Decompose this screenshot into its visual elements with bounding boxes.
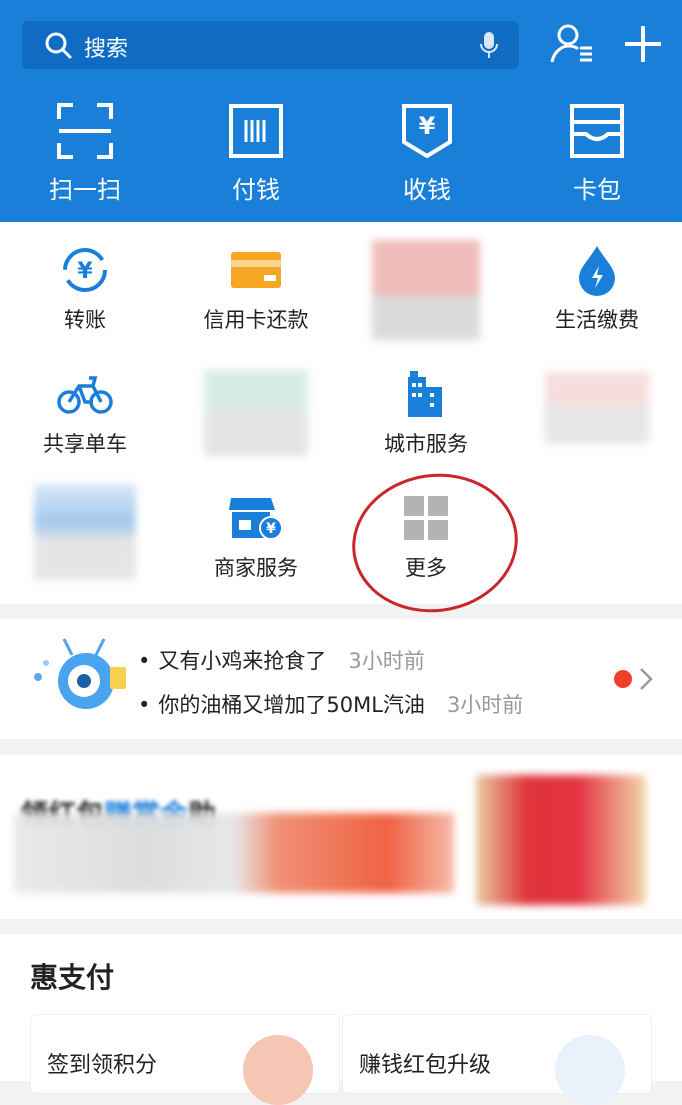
section-title: 惠支付 (30, 961, 115, 994)
quick-receive[interactable]: ¥ 收钱 (362, 100, 492, 210)
city-building-icon (341, 364, 511, 424)
card-wallet-icon (532, 100, 662, 162)
app-label: 生活缴费 (555, 308, 639, 332)
notice-time: 3小时前 (446, 693, 524, 717)
quick-action-label: 付钱 (232, 176, 280, 204)
obscured-app-icon (372, 240, 480, 340)
utility-drop-icon (512, 240, 682, 300)
app-label: 城市服务 (384, 432, 468, 456)
app-label: 信用卡还款 (203, 308, 309, 332)
search-bar[interactable]: 搜索 (22, 21, 519, 69)
obscured-app-icon (545, 372, 649, 444)
quick-action-label: 收钱 (403, 176, 451, 204)
chevron-right-icon[interactable] (638, 666, 654, 696)
svg-text:¥: ¥ (77, 259, 93, 284)
hui-pay-section: 惠支付 签到领积分 赚钱红包升级 (0, 934, 682, 1105)
app-city-service[interactable]: 城市服务 (341, 364, 511, 484)
obscured-promo-text (14, 813, 454, 893)
obscured-app-icon (204, 370, 308, 456)
hui-card[interactable]: 赚钱红包升级 (342, 1014, 652, 1105)
add-plus-icon[interactable] (620, 20, 666, 72)
app-utility[interactable]: 生活缴费 (512, 240, 682, 360)
notice-panel[interactable]: • 又有小鸡来抢食了 3小时前 • 你的油桶又增加了50ML汽油 3小时前 (0, 619, 682, 739)
notice-item[interactable]: • 你的油桶又增加了50ML汽油 3小时前 (138, 689, 523, 719)
app-merchant[interactable]: ¥ 商家服务 (171, 488, 341, 608)
hui-card[interactable]: 签到领积分 (30, 1014, 340, 1105)
svg-text:¥: ¥ (266, 521, 276, 537)
hui-card-title: 签到领积分 (47, 1053, 158, 1078)
notice-time: 3小时前 (348, 649, 425, 673)
app-credit-card[interactable]: 信用卡还款 (171, 240, 341, 360)
quick-scan[interactable]: 扫一扫 (20, 100, 150, 210)
obscured-promo-image (476, 775, 646, 905)
bicycle-icon (0, 364, 170, 424)
obscured-app-icon (34, 484, 136, 580)
contacts-icon[interactable] (548, 20, 596, 72)
receive-money-icon: ¥ (362, 100, 492, 162)
microphone-icon[interactable] (479, 30, 499, 64)
app-label: 商家服务 (214, 556, 298, 580)
ant-mascot-icon (28, 637, 132, 725)
app-transfer[interactable]: ¥ 转账 (0, 240, 170, 360)
hui-card-title: 赚钱红包升级 (359, 1053, 492, 1078)
hui-card-icon (243, 1035, 313, 1105)
notice-text: 你的油桶又增加了50ML汽油 (158, 693, 425, 717)
barcode-pay-icon (191, 100, 321, 162)
quick-action-label: 卡包 (573, 176, 621, 204)
merchant-store-icon: ¥ (171, 488, 341, 548)
quick-pay[interactable]: 付钱 (191, 100, 321, 210)
quick-action-label: 扫一扫 (49, 176, 121, 204)
search-icon (44, 31, 72, 63)
app-bike-share[interactable]: 共享单车 (0, 364, 170, 484)
app-label: 共享单车 (43, 432, 127, 456)
svg-text:¥: ¥ (419, 112, 436, 140)
promo-banner[interactable]: 领红包赚赏金助 (0, 755, 682, 919)
scan-icon (20, 100, 150, 162)
top-header: 搜索 扫一扫 付钱 ¥ 收钱 卡包 (0, 0, 682, 222)
notice-text: 又有小鸡来抢食了 (158, 649, 327, 673)
hui-card-icon (555, 1035, 625, 1105)
unread-dot (614, 670, 632, 688)
app-label: 转账 (64, 308, 106, 332)
credit-card-icon (171, 240, 341, 300)
transfer-icon: ¥ (0, 240, 170, 300)
search-placeholder: 搜索 (84, 37, 129, 62)
quick-card-wallet[interactable]: 卡包 (532, 100, 662, 210)
notice-item[interactable]: • 又有小鸡来抢食了 3小时前 (138, 645, 425, 675)
